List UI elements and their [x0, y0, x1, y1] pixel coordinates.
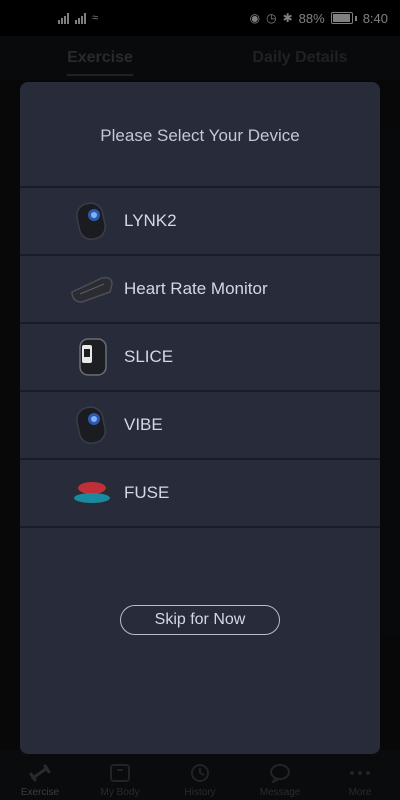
device-label: VIBE [124, 415, 163, 434]
device-item-lynk2[interactable]: LYNK2 [20, 188, 380, 256]
device-select-dialog: Please Select Your Device LYNK2 Heart Ra… [20, 82, 380, 754]
heart-rate-monitor-icon [62, 264, 122, 314]
skip-button[interactable]: Skip for Now [120, 605, 280, 635]
device-item-heart-rate-monitor[interactable]: Heart Rate Monitor [20, 256, 380, 324]
device-item-vibe[interactable]: VIBE [20, 392, 380, 460]
device-label: SLICE [124, 347, 174, 366]
device-item-slice[interactable]: SLICE [20, 324, 380, 392]
dialog-title: Please Select Your Device [20, 82, 380, 188]
device-label: LYNK2 [124, 211, 177, 230]
fuse-device-icon [62, 468, 122, 518]
slice-device-icon [62, 332, 122, 382]
lynk2-device-icon [62, 196, 122, 246]
vibe-device-icon [62, 400, 122, 450]
device-list: LYNK2 Heart Rate Monitor SLICE VIBE FUSE [20, 188, 380, 528]
device-label: Heart Rate Monitor [124, 279, 268, 298]
device-label: FUSE [124, 483, 170, 502]
device-item-fuse[interactable]: FUSE [20, 460, 380, 528]
